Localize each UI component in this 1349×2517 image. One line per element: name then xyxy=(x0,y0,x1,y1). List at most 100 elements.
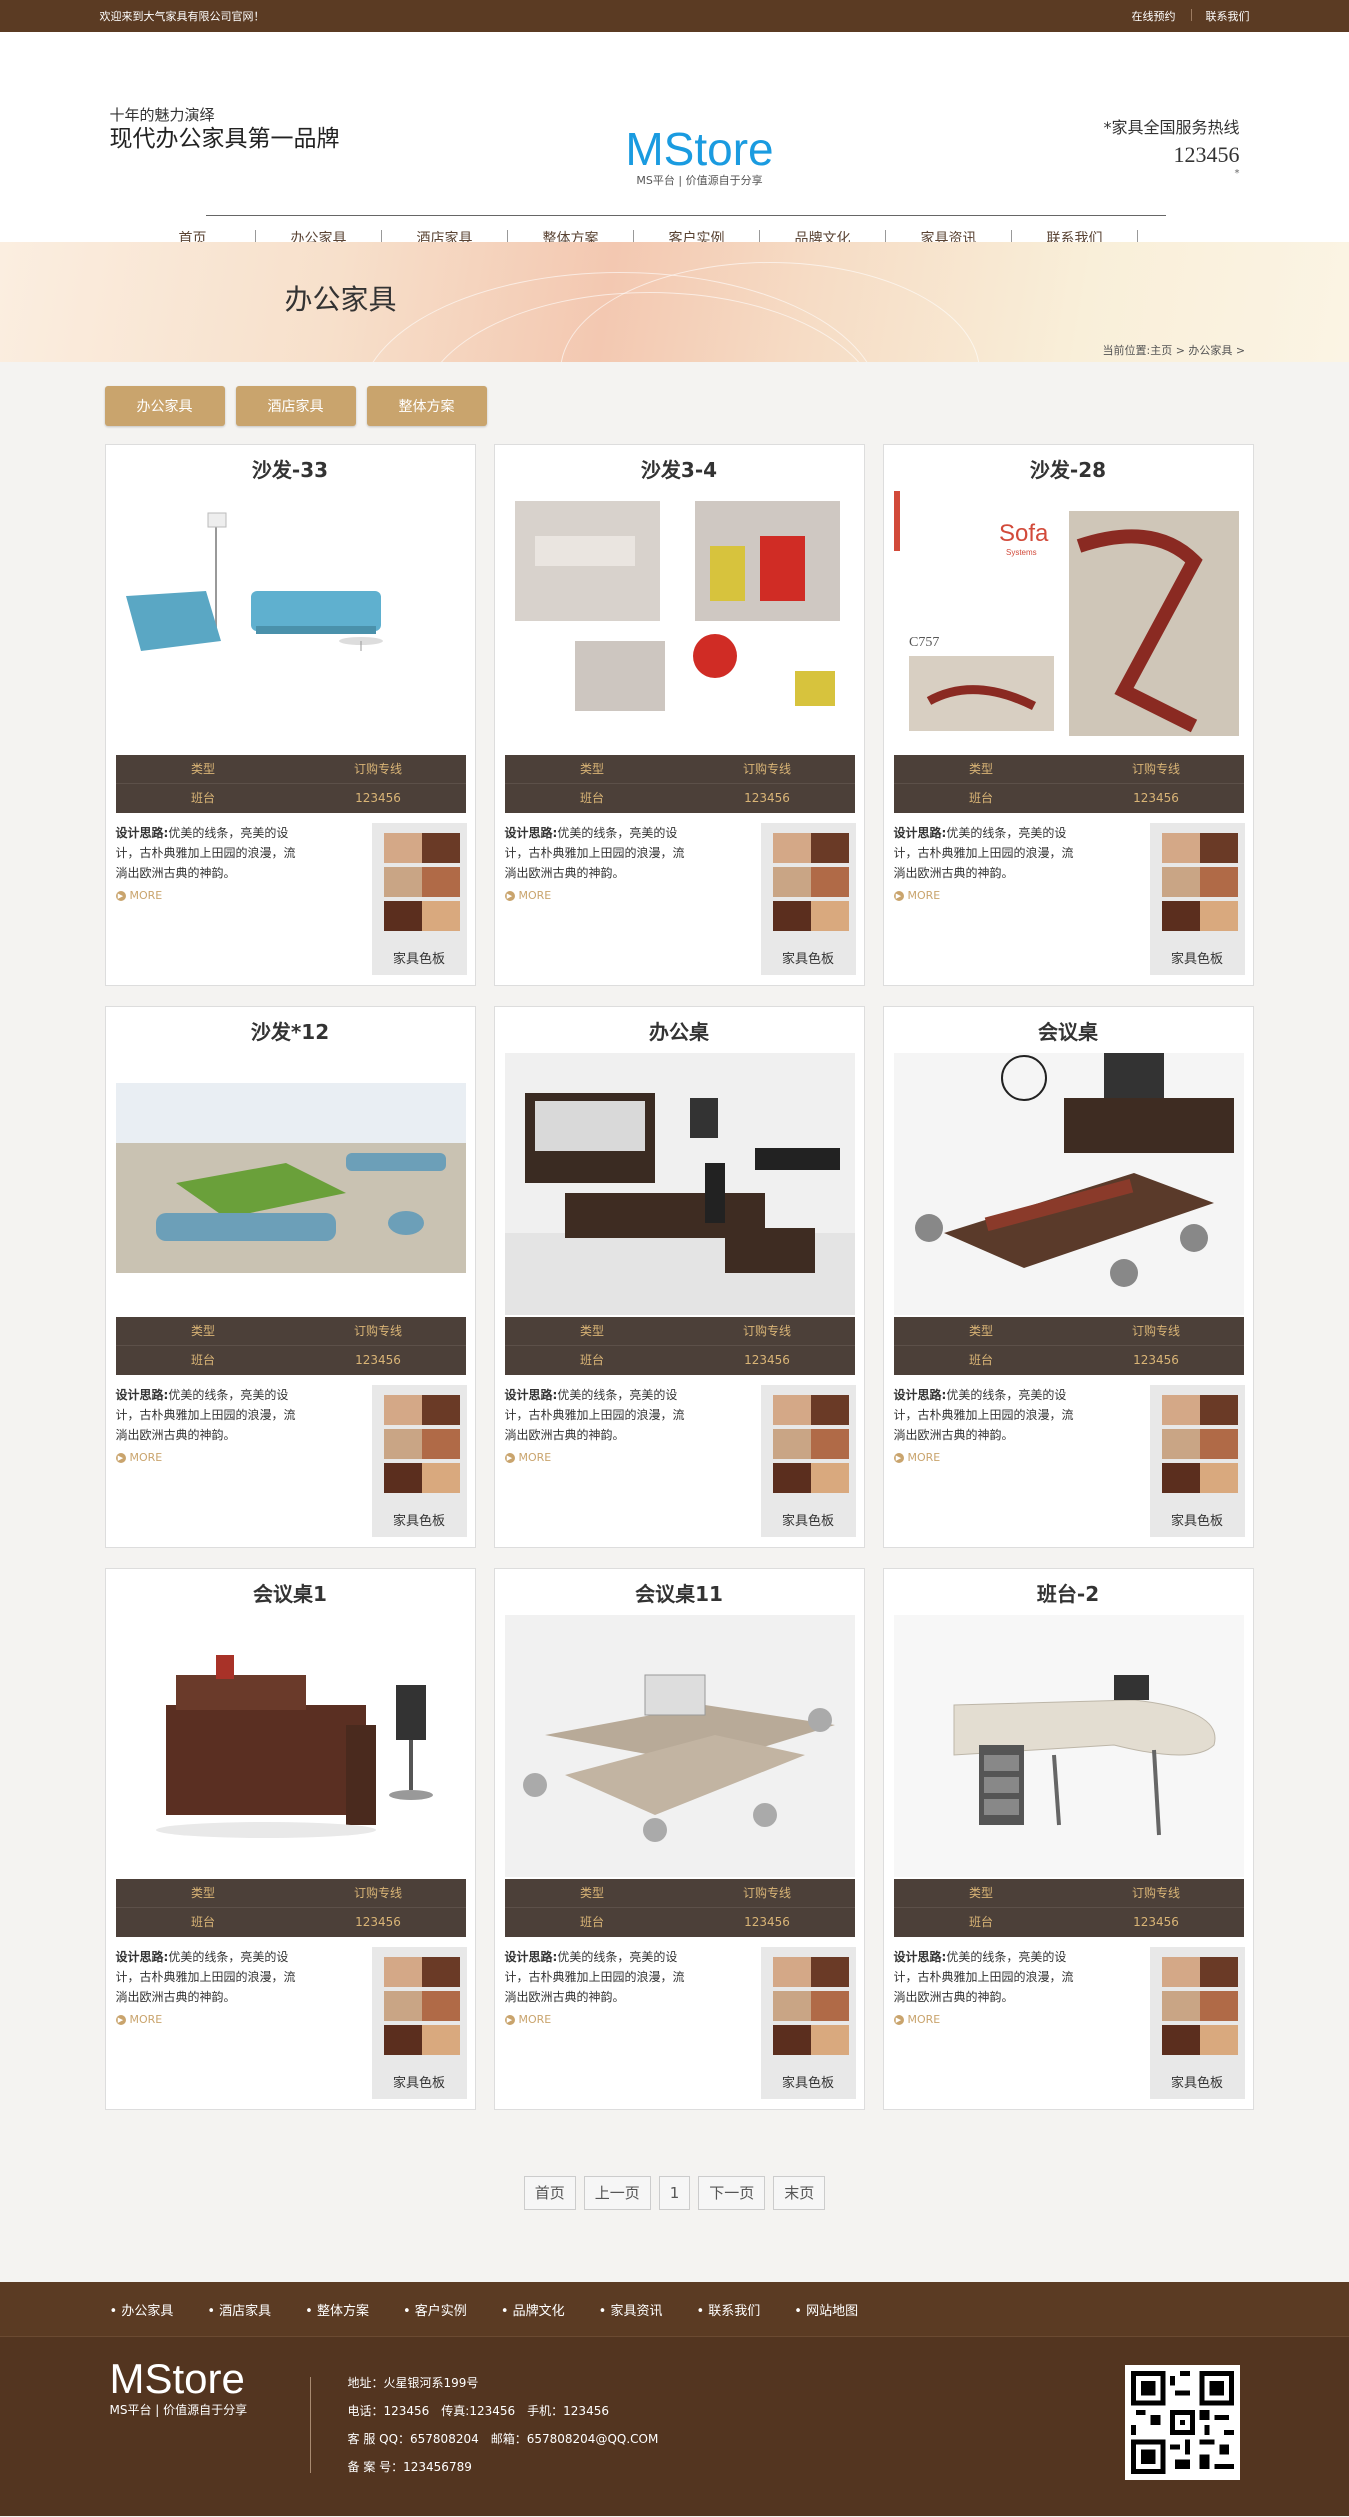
product-card[interactable]: 沙发-33 类型 订购专线 班台 123456 设计思路:优美的线条，亮美的设计，古朴典雅… xyxy=(104,444,476,986)
product-image[interactable] xyxy=(893,1053,1244,1315)
footer-link-brand[interactable]: 品牌文化 xyxy=(501,2300,565,2319)
more-link[interactable]: ▶ MORE xyxy=(115,889,162,902)
spec-label-type: 类型 xyxy=(190,1324,215,1338)
more-link[interactable]: ▶ MORE xyxy=(504,889,551,902)
site-logo[interactable]: MStore MS平台 | 价值源自于分享 xyxy=(615,126,785,188)
welcome-text: 欢迎来到大气家具有限公司官网！ xyxy=(99,10,265,23)
footer-link-hotel[interactable]: 酒店家具 xyxy=(207,2300,271,2319)
footer-link-solutions[interactable]: 整体方案 xyxy=(305,2300,369,2319)
color-palette[interactable]: 家具色板 xyxy=(760,1947,856,2099)
product-image[interactable] xyxy=(115,1615,466,1877)
product-title[interactable]: 会议桌1 xyxy=(106,1579,475,1609)
nav-divider xyxy=(205,215,1166,216)
pager-last[interactable]: 末页 xyxy=(773,2176,826,2210)
category-button-office[interactable]: 办公家具 xyxy=(104,386,225,426)
product-card[interactable]: 班台-2 类型 订购专线 班台 123456 设计思路:优美的线条，亮美的设计，古朴典雅加… xyxy=(882,1568,1254,2110)
pager-prev[interactable]: 上一页 xyxy=(583,2176,651,2210)
color-swatch xyxy=(1161,1957,1200,1987)
product-image[interactable] xyxy=(115,1053,466,1315)
product-image[interactable] xyxy=(893,1615,1244,1877)
product-title[interactable]: 沙发3-4 xyxy=(495,455,864,485)
page-title: 办公家具 xyxy=(284,283,397,316)
footer-link-office[interactable]: 办公家具 xyxy=(110,2300,173,2319)
color-swatch xyxy=(810,1991,849,2021)
more-link[interactable]: ▶ MORE xyxy=(115,2013,162,2026)
footer-link-cases[interactable]: 客户实例 xyxy=(403,2300,467,2319)
footer-logo[interactable]: MStore MS平台 | 价值源自于分享 xyxy=(110,2357,248,2418)
product-card[interactable]: 沙发-28 Sofa Systems C757 类型 订购专线 班台 123456 设计思路:优… xyxy=(882,444,1254,986)
spec-value-hotline: 123456 xyxy=(744,1915,790,1929)
color-swatch xyxy=(1199,901,1238,931)
color-swatch xyxy=(1161,867,1200,897)
spec-label-type: 类型 xyxy=(579,1886,604,1900)
product-image[interactable] xyxy=(504,491,855,753)
desc-label: 设计思路: xyxy=(115,826,169,840)
more-link[interactable]: ▶ MORE xyxy=(893,2013,940,2026)
color-palette[interactable]: 家具色板 xyxy=(760,823,856,975)
top-link-contact[interactable]: 联系我们 xyxy=(1190,8,1250,24)
color-palette[interactable]: 家具色板 xyxy=(371,1385,467,1537)
more-link[interactable]: ▶ MORE xyxy=(504,1451,551,1464)
color-palette[interactable]: 家具色板 xyxy=(371,823,467,975)
color-palette[interactable]: 家具色板 xyxy=(1149,823,1245,975)
svg-text:C757: C757 xyxy=(909,635,939,650)
product-title[interactable]: 会议桌 xyxy=(884,1017,1253,1047)
product-description: 设计思路:优美的线条，亮美的设计，古朴典雅加上田园的浪漫，流淌出欧洲古典的神韵。 xyxy=(894,1947,1079,2007)
footer-link-contact[interactable]: 联系我们 xyxy=(696,2300,760,2319)
product-card[interactable]: 沙发3-4 类型 订购专线 班台 123456 设计思路:优美的线条，亮美的设计，古朴典雅… xyxy=(493,444,865,986)
spec-label-type: 类型 xyxy=(968,1324,993,1338)
color-palette[interactable]: 家具色板 xyxy=(1149,1385,1245,1537)
footer-logo-tagline: MS平台 | 价值源自于分享 xyxy=(109,2403,248,2417)
product-spec-table: 类型 订购专线 班台 123456 xyxy=(504,1317,855,1375)
product-description: 设计思路:优美的线条，亮美的设计，古朴典雅加上田园的浪漫，流淌出欧洲古典的神韵。 xyxy=(894,1385,1079,1445)
footer-link-news[interactable]: 家具资讯 xyxy=(599,2300,662,2319)
spec-label-type: 类型 xyxy=(190,762,215,776)
product-title[interactable]: 班台-2 xyxy=(884,1579,1253,1609)
color-swatch xyxy=(772,2025,811,2055)
color-palette[interactable]: 家具色板 xyxy=(371,1947,467,2099)
color-palette-label: 家具色板 xyxy=(1170,1514,1223,1529)
product-title[interactable]: 沙发-33 xyxy=(106,455,475,485)
footer-logo-brand: MStore xyxy=(109,2355,245,2402)
color-palette-label: 家具色板 xyxy=(781,1514,834,1529)
product-title[interactable]: 办公桌 xyxy=(495,1017,864,1047)
spec-label-type: 类型 xyxy=(579,1324,604,1338)
pager-page-1[interactable]: 1 xyxy=(658,2176,691,2210)
product-card[interactable]: 会议桌1 类型 订购专线 班台 123456 设计思路:优美的线条，亮美的设计，古朴典雅加… xyxy=(104,1568,476,2110)
product-title[interactable]: 会议桌11 xyxy=(495,1579,864,1609)
category-button-hotel[interactable]: 酒店家具 xyxy=(235,386,356,426)
category-button-solutions[interactable]: 整体方案 xyxy=(366,386,487,426)
product-image[interactable]: Sofa Systems C757 xyxy=(893,491,1244,753)
spec-value-hotline: 123456 xyxy=(744,791,790,805)
pager-first[interactable]: 首页 xyxy=(523,2176,576,2210)
more-link[interactable]: ▶ MORE xyxy=(115,1451,162,1464)
color-swatch xyxy=(1199,1991,1238,2021)
product-title[interactable]: 沙发*12 xyxy=(106,1017,475,1047)
product-image[interactable] xyxy=(504,1053,855,1315)
top-bar: 欢迎来到大气家具有限公司官网！ 在线预约 联系我们 xyxy=(0,0,1349,32)
more-link[interactable]: ▶ MORE xyxy=(893,1451,940,1464)
product-card[interactable]: 沙发*12 类型 订购专线 班台 123456 设计思路:优美的线条，亮美的设计，古朴典雅… xyxy=(104,1006,476,1548)
color-swatch xyxy=(1161,833,1200,863)
color-swatch xyxy=(1199,833,1238,863)
color-swatch xyxy=(421,901,460,931)
spec-value-type: 班台 xyxy=(968,1915,993,1929)
more-link[interactable]: ▶ MORE xyxy=(504,2013,552,2026)
product-card[interactable]: 办公桌 类型 订购专线 班台 123456 设计思路:优美的线条，亮美的设计，古朴典雅加上… xyxy=(493,1006,865,1548)
meeting-table-icon xyxy=(893,1053,1244,1315)
color-palette[interactable]: 家具色板 xyxy=(1149,1947,1245,2099)
footer-link-sitemap[interactable]: 网站地图 xyxy=(794,2300,858,2319)
product-image[interactable] xyxy=(115,491,466,753)
product-card[interactable]: 会议桌 类型 订购专线 班台 123456 设计思路:优美的线条，亮美的设计，古朴典雅加上… xyxy=(882,1006,1254,1548)
more-link[interactable]: ▶ MORE xyxy=(893,889,941,902)
top-link-booking[interactable]: 在线预约 xyxy=(1132,8,1176,24)
product-card[interactable]: 会议桌11 类型 订购专线 班台 123456 设计思路:优美的线条，亮美的设计，古朴典雅… xyxy=(493,1568,865,2110)
more-label: MORE xyxy=(518,2013,552,2026)
breadcrumb[interactable]: 当前位置:主页 > 办公家具 > xyxy=(1103,342,1246,358)
pager-next[interactable]: 下一页 xyxy=(698,2176,766,2210)
spec-value-type: 班台 xyxy=(579,1915,604,1929)
product-title[interactable]: 沙发-28 xyxy=(884,455,1253,485)
product-image[interactable] xyxy=(504,1615,855,1877)
color-palette[interactable]: 家具色板 xyxy=(760,1385,856,1537)
more-label: MORE xyxy=(907,889,941,902)
